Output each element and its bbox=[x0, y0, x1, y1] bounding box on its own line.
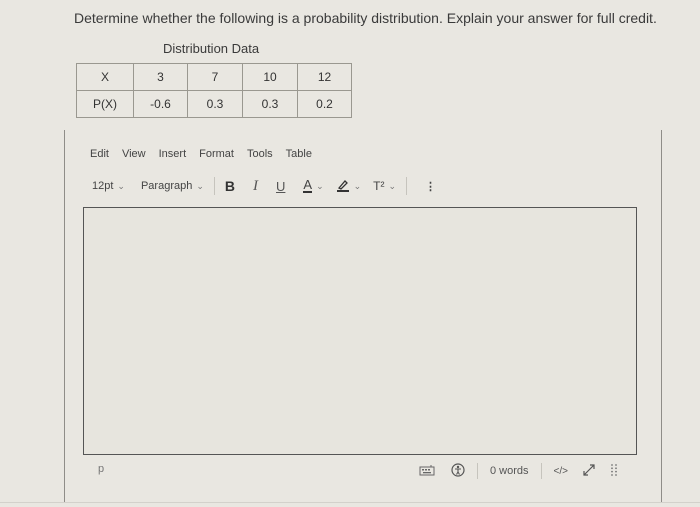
highlighter-icon bbox=[336, 178, 350, 195]
page-divider bbox=[0, 502, 700, 503]
keyboard-shortcuts-button[interactable] bbox=[419, 464, 435, 479]
font-size-select[interactable]: 12pt ⌄ bbox=[92, 180, 125, 192]
row-header-x: X bbox=[76, 63, 134, 91]
editor-toolbar: 12pt ⌄ Paragraph ⌄ B I U A ⌄ ⌄ T² ⌄ ⋮ bbox=[92, 177, 436, 195]
chevron-down-icon: ⌄ bbox=[117, 180, 125, 191]
menu-insert[interactable]: Insert bbox=[159, 148, 187, 160]
block-format-select[interactable]: Paragraph ⌄ bbox=[141, 180, 204, 192]
menu-table[interactable]: Table bbox=[286, 148, 312, 160]
text-color-button[interactable]: A ⌄ bbox=[303, 177, 324, 193]
expand-icon bbox=[582, 463, 596, 480]
table-cell: 0.3 bbox=[242, 90, 298, 118]
keyboard-icon bbox=[419, 464, 435, 479]
table-cell: 10 bbox=[242, 63, 298, 91]
word-count[interactable]: 0 words bbox=[490, 465, 529, 477]
superscript-icon: T² bbox=[373, 179, 385, 193]
editor-menubar: Edit View Insert Format Tools Table bbox=[90, 148, 325, 160]
table-cell: 0.3 bbox=[187, 90, 243, 118]
italic-button[interactable]: I bbox=[253, 178, 258, 195]
element-path[interactable]: p bbox=[98, 463, 104, 475]
chevron-down-icon: ⌄ bbox=[353, 180, 362, 191]
html-editor-toggle[interactable]: </> bbox=[554, 466, 568, 477]
distribution-table: X 3 7 10 12 P(X) -0.6 0.3 0.3 0.2 bbox=[76, 63, 352, 118]
question-text: Determine whether the following is a pro… bbox=[74, 10, 657, 26]
menu-edit[interactable]: Edit bbox=[90, 148, 109, 160]
toolbar-divider bbox=[213, 177, 215, 195]
accessibility-checker-button[interactable] bbox=[451, 462, 465, 480]
drag-handle-icon bbox=[610, 463, 618, 480]
menu-tools[interactable]: Tools bbox=[247, 148, 273, 160]
accessibility-icon bbox=[451, 462, 465, 480]
resize-handle[interactable] bbox=[610, 463, 618, 480]
chevron-down-icon: ⌄ bbox=[196, 180, 204, 191]
block-format-value: Paragraph bbox=[140, 180, 193, 192]
underline-button[interactable]: U bbox=[276, 179, 285, 194]
row-header-px: P(X) bbox=[76, 90, 134, 118]
more-options-button[interactable]: ⋮ bbox=[425, 180, 436, 193]
table-caption: Distribution Data bbox=[163, 41, 260, 56]
font-size-value: 12pt bbox=[92, 180, 114, 192]
more-vertical-icon: ⋮ bbox=[425, 180, 437, 193]
table-cell: 7 bbox=[187, 63, 243, 91]
menu-format[interactable]: Format bbox=[199, 148, 234, 160]
chevron-down-icon: ⌄ bbox=[388, 180, 397, 191]
fullscreen-button[interactable] bbox=[582, 463, 596, 480]
table-row: P(X) -0.6 0.3 0.3 0.2 bbox=[76, 90, 352, 118]
toolbar-divider bbox=[406, 177, 408, 195]
table-cell: 0.2 bbox=[297, 90, 352, 118]
table-cell: 12 bbox=[297, 63, 352, 91]
chevron-down-icon: ⌄ bbox=[316, 180, 324, 191]
status-divider bbox=[540, 463, 542, 479]
superscript-button[interactable]: T² ⌄ bbox=[373, 179, 396, 193]
highlight-color-button[interactable]: ⌄ bbox=[336, 178, 362, 195]
table-row: X 3 7 10 12 bbox=[76, 63, 352, 91]
text-color-icon: A bbox=[303, 177, 313, 193]
status-divider bbox=[477, 463, 478, 479]
editor-statusbar: 0 words </> bbox=[419, 462, 618, 480]
bold-button[interactable]: B bbox=[225, 178, 235, 194]
editor-content-area[interactable] bbox=[83, 207, 637, 455]
menu-view[interactable]: View bbox=[122, 148, 146, 160]
table-cell: 3 bbox=[133, 63, 188, 91]
table-cell: -0.6 bbox=[133, 90, 188, 118]
